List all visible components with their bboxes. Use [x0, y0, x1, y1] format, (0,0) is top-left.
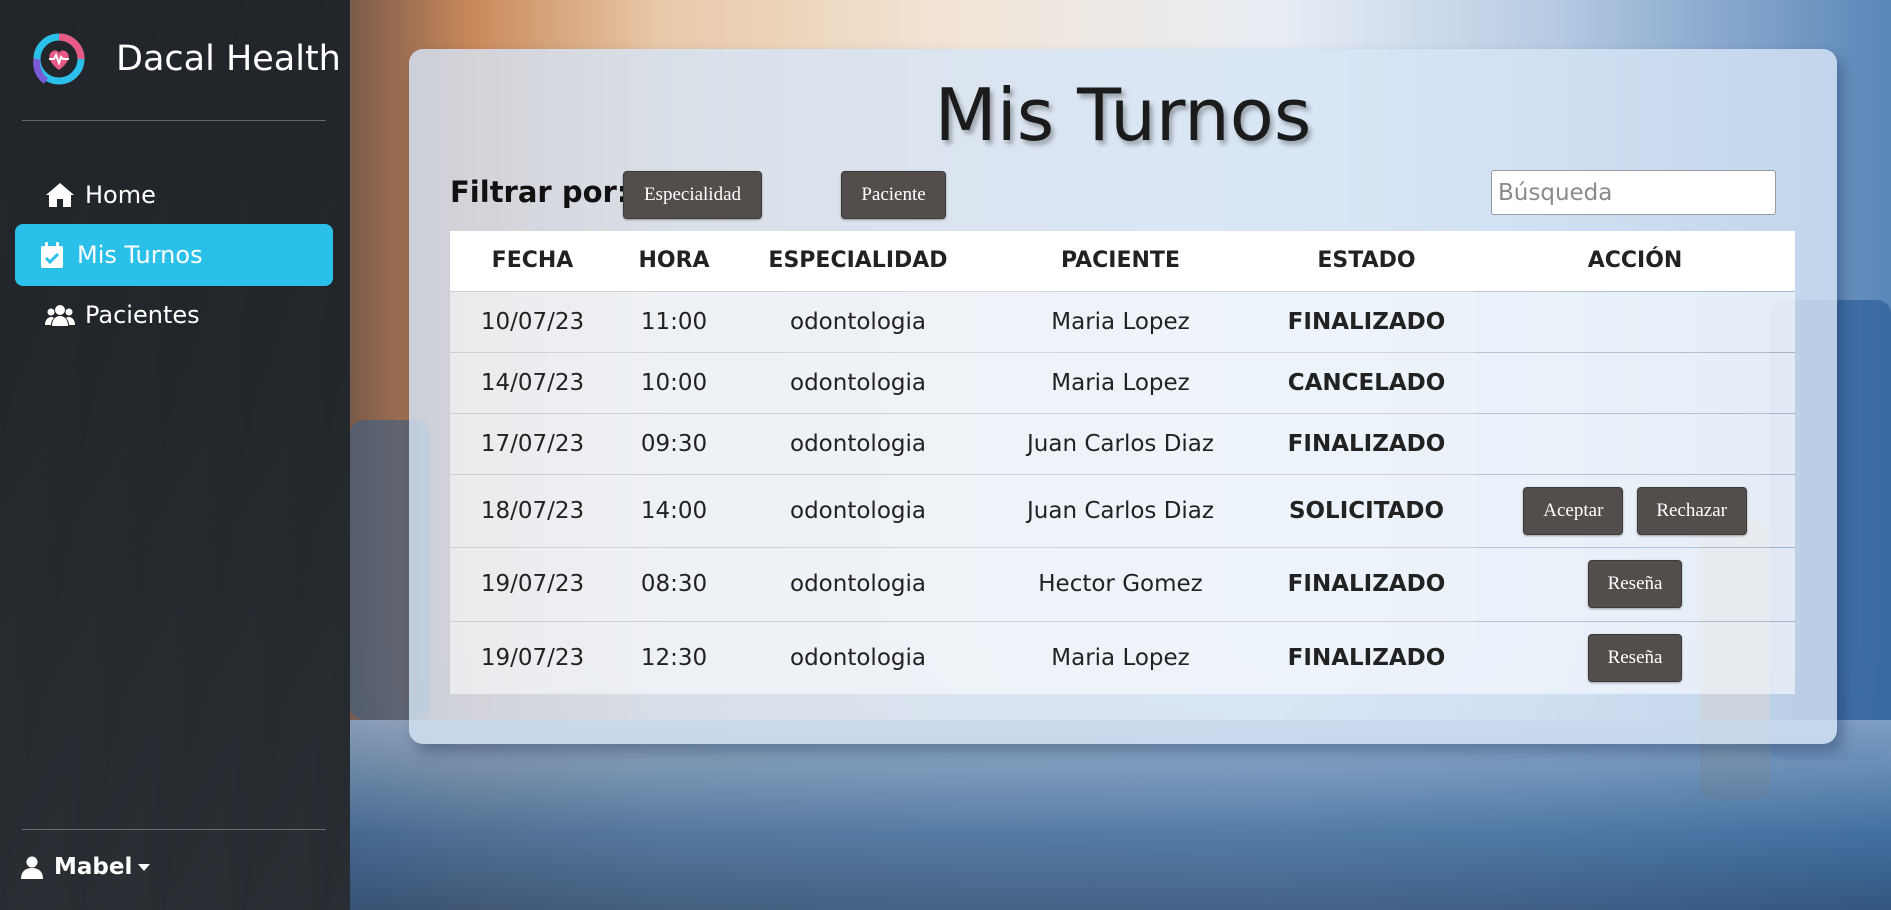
- heartbeat-logo-icon: [33, 33, 85, 85]
- cell-hora: 14:00: [615, 473, 733, 547]
- brand-name: Dacal Health: [116, 39, 341, 79]
- cell-especialidad: odontologia: [733, 290, 983, 352]
- cell-estado: FINALIZADO: [1258, 290, 1475, 352]
- filter-label: Filtrar por:: [450, 175, 629, 209]
- cell-accion: Aceptar Rechazar: [1475, 473, 1795, 547]
- table-row: 19/07/23 12:30 odontologia Maria Lopez F…: [450, 620, 1795, 694]
- cell-especialidad: odontologia: [733, 351, 983, 413]
- table-header-row: FECHA HORA ESPECIALIDAD PACIENTE ESTADO …: [450, 231, 1795, 291]
- aceptar-button[interactable]: Aceptar: [1523, 486, 1624, 535]
- sidebar-item-label: Mis Turnos: [77, 241, 203, 269]
- appointments-table: FECHA HORA ESPECIALIDAD PACIENTE ESTADO …: [450, 231, 1795, 694]
- column-header-especialidad[interactable]: ESPECIALIDAD: [733, 231, 983, 291]
- chevron-down-icon: [138, 863, 151, 871]
- user-menu[interactable]: Mabel: [20, 854, 151, 880]
- user-name: Mabel: [54, 854, 133, 880]
- column-header-accion: ACCIÓN: [1475, 231, 1795, 291]
- table-row: 17/07/23 09:30 odontologia Juan Carlos D…: [450, 412, 1795, 474]
- cell-accion: [1475, 290, 1795, 352]
- sidebar-divider-top: [22, 120, 326, 121]
- cell-hora: 09:30: [615, 412, 733, 474]
- table-row: 10/07/23 11:00 odontologia Maria Lopez F…: [450, 290, 1795, 352]
- brand[interactable]: Dacal Health: [32, 32, 341, 86]
- cell-fecha: 10/07/23: [450, 290, 615, 352]
- page-title: Mis Turnos: [934, 73, 1312, 157]
- cell-paciente: Maria Lopez: [983, 351, 1258, 413]
- cell-especialidad: odontologia: [733, 546, 983, 621]
- column-header-estado[interactable]: ESTADO: [1258, 231, 1475, 291]
- search-input[interactable]: [1491, 170, 1776, 215]
- column-header-hora[interactable]: HORA: [615, 231, 733, 291]
- cell-fecha: 17/07/23: [450, 412, 615, 474]
- sidebar: Dacal Health Home Mis Turnos Pacientes M…: [0, 0, 350, 910]
- column-header-paciente[interactable]: PACIENTE: [983, 231, 1258, 291]
- cell-especialidad: odontologia: [733, 412, 983, 474]
- cell-accion: [1475, 412, 1795, 474]
- cell-hora: 10:00: [615, 351, 733, 413]
- cell-accion: [1475, 351, 1795, 413]
- cell-hora: 08:30: [615, 546, 733, 621]
- cell-estado: SOLICITADO: [1258, 473, 1475, 547]
- cell-accion: Reseña: [1475, 620, 1795, 694]
- cell-paciente: Maria Lopez: [983, 290, 1258, 352]
- rechazar-button[interactable]: Rechazar: [1636, 486, 1747, 535]
- cell-hora: 12:30: [615, 620, 733, 694]
- appointments-card: Mis Turnos Filtrar por: Especialidad Pac…: [409, 49, 1837, 744]
- cell-estado: FINALIZADO: [1258, 412, 1475, 474]
- cell-fecha: 19/07/23: [450, 620, 615, 694]
- sidebar-item-pacientes[interactable]: Pacientes: [15, 284, 333, 346]
- cell-fecha: 19/07/23: [450, 546, 615, 621]
- cell-paciente: Maria Lopez: [983, 620, 1258, 694]
- sidebar-item-mis-turnos[interactable]: Mis Turnos: [15, 224, 333, 286]
- user-icon: [21, 856, 43, 879]
- column-header-fecha[interactable]: FECHA: [450, 231, 615, 291]
- calendar-check-icon: [41, 242, 63, 268]
- cell-accion: Reseña: [1475, 546, 1795, 621]
- cell-estado: FINALIZADO: [1258, 620, 1475, 694]
- cell-paciente: Hector Gomez: [983, 546, 1258, 621]
- sidebar-divider-bottom: [22, 829, 326, 830]
- cell-estado: CANCELADO: [1258, 351, 1475, 413]
- home-icon: [46, 183, 74, 207]
- cell-estado: FINALIZADO: [1258, 546, 1475, 621]
- cell-paciente: Juan Carlos Diaz: [983, 412, 1258, 474]
- cell-especialidad: odontologia: [733, 620, 983, 694]
- cell-hora: 11:00: [615, 290, 733, 352]
- table-row: 14/07/23 10:00 odontologia Maria Lopez C…: [450, 351, 1795, 413]
- filter-paciente-button[interactable]: Paciente: [841, 171, 946, 219]
- table-row: 18/07/23 14:00 odontologia Juan Carlos D…: [450, 473, 1795, 547]
- cell-fecha: 14/07/23: [450, 351, 615, 413]
- sidebar-item-home[interactable]: Home: [15, 164, 333, 226]
- sidebar-nav: Home Mis Turnos Pacientes: [15, 164, 333, 344]
- cell-especialidad: odontologia: [733, 473, 983, 547]
- sidebar-item-label: Home: [85, 181, 156, 209]
- resena-button[interactable]: Reseña: [1588, 633, 1682, 682]
- resena-button[interactable]: Reseña: [1588, 560, 1682, 608]
- cell-paciente: Juan Carlos Diaz: [983, 473, 1258, 547]
- table-row: 19/07/23 08:30 odontologia Hector Gomez …: [450, 546, 1795, 621]
- users-icon: [45, 305, 75, 326]
- filter-especialidad-button[interactable]: Especialidad: [623, 171, 762, 219]
- cell-fecha: 18/07/23: [450, 473, 615, 547]
- sidebar-item-label: Pacientes: [85, 301, 200, 329]
